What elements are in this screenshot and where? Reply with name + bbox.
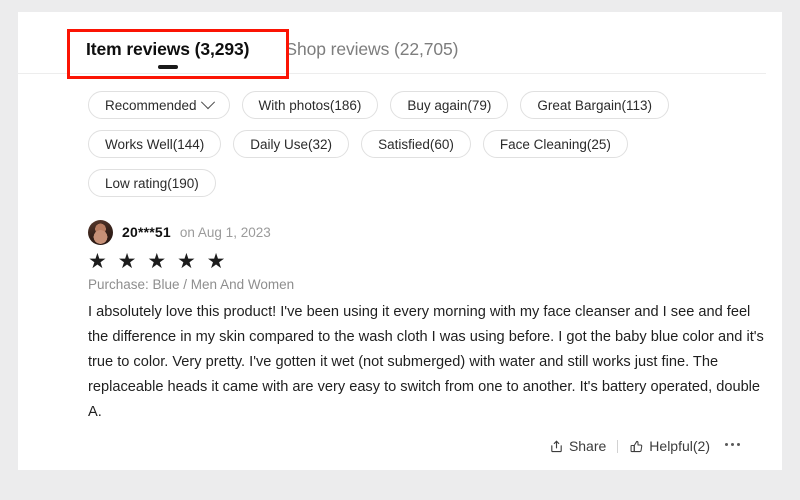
- filter-chip-daily-use[interactable]: Daily Use(32): [233, 130, 350, 158]
- helpful-button[interactable]: Helpful(2): [629, 438, 710, 454]
- tab-shop-reviews-label: Shop reviews (22,705): [285, 39, 459, 59]
- filter-chip-works-well[interactable]: Works Well(144): [88, 130, 222, 158]
- filter-chip-recommended[interactable]: Recommended: [88, 91, 230, 119]
- filter-chip-label: Face Cleaning(25): [499, 136, 611, 152]
- chevron-down-icon: [200, 95, 215, 110]
- filter-chip-face-cleaning[interactable]: Face Cleaning(25): [482, 130, 628, 158]
- screenshot-root: Item reviews (3,293) Shop reviews (22,70…: [0, 0, 800, 500]
- share-icon: [549, 439, 564, 454]
- filter-chip-with-photos[interactable]: With photos(186): [241, 91, 379, 119]
- more-options-button[interactable]: [725, 442, 740, 450]
- filter-chip-label: Works Well(144): [105, 136, 205, 152]
- star-rating: ★ ★ ★ ★ ★: [88, 250, 228, 273]
- helpful-label: Helpful(2): [649, 438, 710, 455]
- more-dot: [725, 442, 728, 446]
- filter-chip-label: Low rating(190): [105, 175, 199, 191]
- purchase-variant: Purchase: Blue / Men And Women: [88, 277, 295, 293]
- thumbs-up-icon: [629, 439, 644, 454]
- more-dot: [737, 442, 740, 446]
- reviews-tab-bar: Item reviews (3,293) Shop reviews (22,70…: [18, 12, 782, 74]
- filter-chip-satisfied[interactable]: Satisfied(60): [361, 130, 471, 158]
- filter-chip-label: Satisfied(60): [378, 136, 454, 152]
- filter-chip-label: Recommended: [105, 97, 197, 113]
- share-button[interactable]: Share: [549, 438, 606, 454]
- filter-chip-low-rating[interactable]: Low rating(190): [88, 169, 216, 197]
- tab-item-reviews-label: Item reviews (3,293): [86, 39, 250, 59]
- review-item: 20***51 on Aug 1, 2023 ★ ★ ★ ★ ★ Purchas…: [18, 197, 774, 425]
- more-dot: [731, 442, 734, 446]
- filter-chip-label: With photos(186): [258, 97, 362, 113]
- review-filter-chips: Recommended With photos(186) Buy again(7…: [18, 74, 728, 197]
- reviewer-header: 20***51 on Aug 1, 2023: [88, 219, 774, 245]
- filter-chip-great-bargain[interactable]: Great Bargain(113): [520, 91, 669, 119]
- filter-chip-label: Buy again(79): [407, 97, 492, 113]
- review-date: on Aug 1, 2023: [179, 224, 271, 240]
- filter-chip-label: Daily Use(32): [250, 136, 333, 152]
- reviews-card: Item reviews (3,293) Shop reviews (22,70…: [18, 12, 782, 470]
- active-tab-indicator: [157, 65, 178, 69]
- review-actions: Share Helpful(2): [18, 425, 782, 454]
- share-label: Share: [568, 438, 607, 455]
- filter-chip-buy-again[interactable]: Buy again(79): [390, 91, 509, 119]
- review-body-text: I absolutely love this product! I've bee…: [88, 304, 764, 421]
- avatar: [88, 219, 113, 245]
- filter-chip-label: Great Bargain(113): [537, 97, 652, 113]
- tab-item-reviews[interactable]: Item reviews (3,293): [86, 12, 249, 76]
- action-divider: [617, 439, 619, 453]
- reviewer-name: 20***51: [122, 224, 171, 240]
- tab-shop-reviews[interactable]: Shop reviews (22,705): [285, 12, 458, 76]
